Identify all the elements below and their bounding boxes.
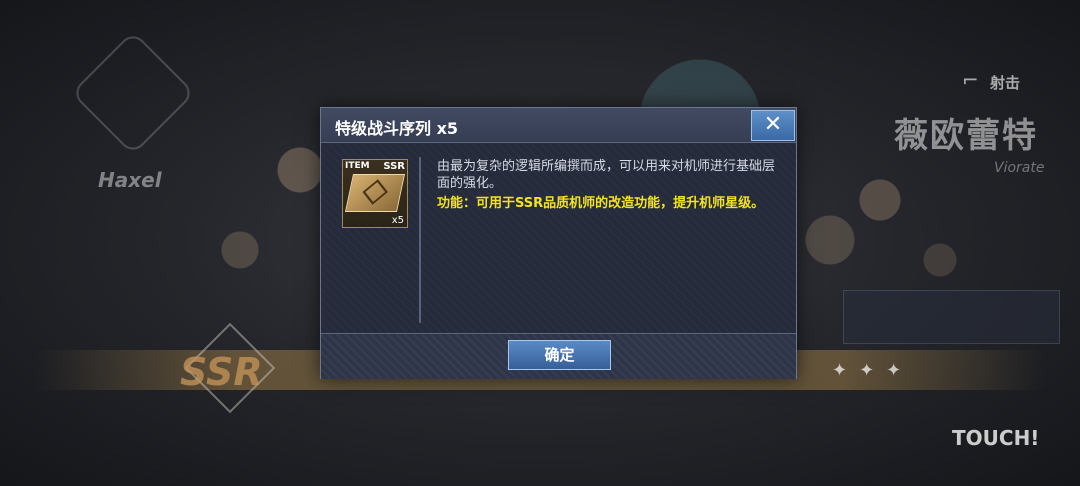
item-function: 功能：可用于SSR品质机师的改造功能，提升机师星级。 (437, 196, 765, 211)
item-tag: ITEM (345, 161, 370, 171)
dialog-title: 特级战斗序列 x5 (335, 119, 459, 138)
dialog-header: 特级战斗序列 x5 ✕ (321, 108, 796, 143)
gun-icon: ⌐ (962, 68, 979, 92)
character-name-en: Viorate (994, 160, 1045, 176)
battle-sequence-icon (344, 174, 406, 212)
divider (419, 157, 421, 323)
item-card: ITEM SSR x5 (342, 159, 408, 228)
item-description: 由最为复杂的逻辑所编撰而成，可以用来对机师进行基础层面的强化。 (437, 159, 776, 191)
item-rarity: SSR (383, 161, 405, 172)
rarity-label: SSR (180, 350, 263, 394)
dialog-body: ITEM SSR x5 由最为复杂的逻辑所编撰而成，可以用来对机师进行基础层面的… (321, 143, 796, 333)
item-detail-dialog: 特级战斗序列 x5 ✕ ITEM SSR x5 由最为复杂的逻辑所编撰而成，可以… (320, 107, 797, 379)
faction-name: Haxel (98, 168, 162, 192)
reward-preview-panel (843, 290, 1060, 344)
close-button[interactable]: ✕ (751, 110, 795, 141)
confirm-button[interactable]: 确定 (508, 340, 611, 370)
item-quantity: x5 (391, 215, 404, 226)
dialog-footer: 确定 (321, 333, 796, 379)
touch-hint[interactable]: TOUCH! (952, 426, 1039, 450)
star-rating-icon: ✦✦✦ (832, 360, 914, 381)
role-label: 射击 (990, 74, 1021, 92)
character-name: 薇欧蕾特 (894, 116, 1038, 156)
